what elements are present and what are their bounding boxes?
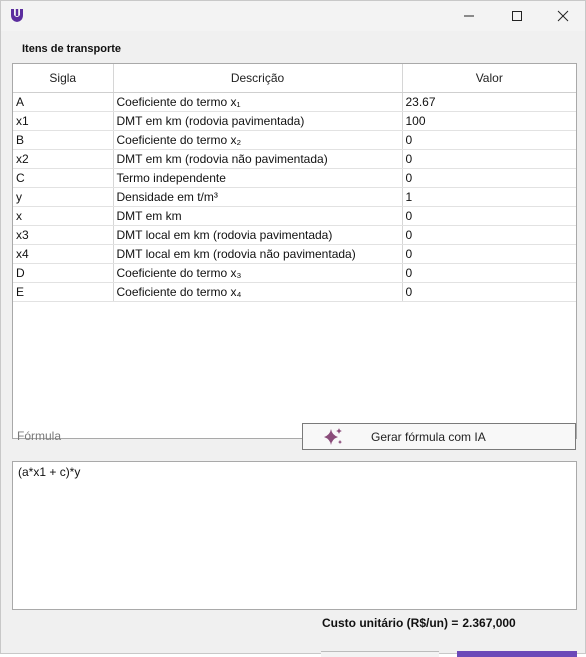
cell-sigla[interactable]: x2 bbox=[13, 149, 114, 169]
cell-sigla[interactable]: A bbox=[13, 92, 114, 112]
column-header-valor[interactable]: Valor bbox=[402, 64, 576, 93]
cell-valor[interactable]: 23.67 bbox=[402, 92, 576, 112]
table-row[interactable]: B Coeficiente do termo x₂ 0 bbox=[13, 130, 576, 150]
sparkle-icon bbox=[321, 426, 345, 451]
transport-items-table: Sigla Descrição Valor A Coeficiente do t… bbox=[13, 64, 576, 302]
table-row[interactable]: x1 DMT em km (rodovia pavimentada) 100 bbox=[13, 111, 576, 131]
cell-valor[interactable]: 0 bbox=[402, 244, 576, 264]
cell-valor[interactable]: 0 bbox=[402, 263, 576, 283]
cell-valor[interactable]: 0 bbox=[402, 168, 576, 188]
dialog-window: Itens de transporte Sigla Descrição Valo… bbox=[0, 0, 586, 657]
cell-descricao[interactable]: Coeficiente do termo x₄ bbox=[113, 282, 403, 302]
unit-cost-label: Custo unitário (R$/un) = bbox=[322, 616, 459, 630]
close-button[interactable] bbox=[543, 1, 583, 31]
cell-sigla[interactable]: D bbox=[13, 263, 114, 283]
cell-sigla[interactable]: B bbox=[13, 130, 114, 150]
formula-input[interactable]: (a*x1 + c)*y bbox=[12, 461, 577, 610]
table-row[interactable]: y Densidade em t/m³ 1 bbox=[13, 187, 576, 207]
cell-sigla[interactable]: x3 bbox=[13, 225, 114, 245]
formula-text: (a*x1 + c)*y bbox=[18, 465, 81, 479]
secondary-action-button[interactable] bbox=[321, 651, 439, 657]
cell-descricao[interactable]: Coeficiente do termo x₁ bbox=[113, 92, 403, 112]
cell-valor[interactable]: 0 bbox=[402, 225, 576, 245]
table-row[interactable]: x4 DMT local em km (rodovia não paviment… bbox=[13, 244, 576, 264]
maximize-icon bbox=[511, 10, 523, 22]
cell-valor[interactable]: 0 bbox=[402, 206, 576, 226]
close-icon bbox=[557, 10, 569, 22]
dialog-content: Itens de transporte Sigla Descrição Valo… bbox=[1, 31, 585, 657]
table-row[interactable]: A Coeficiente do termo x₁ 23.67 bbox=[13, 92, 576, 112]
unit-cost: Custo unitário (R$/un) = 2.367,000 bbox=[322, 616, 516, 630]
maximize-button[interactable] bbox=[497, 1, 537, 31]
column-header-sigla[interactable]: Sigla bbox=[13, 64, 114, 93]
title-bar bbox=[1, 1, 585, 31]
primary-action-button[interactable] bbox=[457, 651, 577, 657]
cell-descricao[interactable]: DMT em km (rodovia não pavimentada) bbox=[113, 149, 403, 169]
cell-valor[interactable]: 0 bbox=[402, 282, 576, 302]
formula-label: Fórmula bbox=[17, 429, 62, 443]
minimize-icon bbox=[463, 10, 475, 22]
cell-descricao[interactable]: Coeficiente do termo x₃ bbox=[113, 263, 403, 283]
cell-valor[interactable]: 0 bbox=[402, 130, 576, 150]
cell-descricao[interactable]: Densidade em t/m³ bbox=[113, 187, 403, 207]
table-row[interactable]: C Termo independente 0 bbox=[13, 168, 576, 188]
cell-descricao[interactable]: DMT local em km (rodovia não pavimentada… bbox=[113, 244, 403, 264]
cell-sigla[interactable]: E bbox=[13, 282, 114, 302]
transport-items-grid[interactable]: Sigla Descrição Valor A Coeficiente do t… bbox=[12, 63, 577, 439]
table-row[interactable]: D Coeficiente do termo x₃ 0 bbox=[13, 263, 576, 283]
cell-sigla[interactable]: x1 bbox=[13, 111, 114, 131]
cell-descricao[interactable]: Termo independente bbox=[113, 168, 403, 188]
table-row[interactable]: x DMT em km 0 bbox=[13, 206, 576, 226]
cell-descricao[interactable]: DMT local em km (rodovia pavimentada) bbox=[113, 225, 403, 245]
unit-cost-value: 2.367,000 bbox=[462, 616, 516, 630]
table-row[interactable]: x3 DMT local em km (rodovia pavimentada)… bbox=[13, 225, 576, 245]
cell-valor[interactable]: 1 bbox=[402, 187, 576, 207]
section-title: Itens de transporte bbox=[22, 43, 122, 55]
cell-sigla[interactable]: x4 bbox=[13, 244, 114, 264]
app-logo-icon bbox=[9, 7, 25, 23]
cell-descricao[interactable]: DMT em km bbox=[113, 206, 403, 226]
cell-valor[interactable]: 100 bbox=[402, 111, 576, 131]
table-row[interactable]: x2 DMT em km (rodovia não pavimentada) 0 bbox=[13, 149, 576, 169]
cell-valor[interactable]: 0 bbox=[402, 149, 576, 169]
cell-sigla[interactable]: y bbox=[13, 187, 114, 207]
cell-descricao[interactable]: DMT em km (rodovia pavimentada) bbox=[113, 111, 403, 131]
ai-button-label: Gerar fórmula com IA bbox=[371, 430, 486, 444]
cell-sigla[interactable]: x bbox=[13, 206, 114, 226]
table-row[interactable]: E Coeficiente do termo x₄ 0 bbox=[13, 282, 576, 302]
cell-sigla[interactable]: C bbox=[13, 168, 114, 188]
minimize-button[interactable] bbox=[449, 1, 489, 31]
table-header-row: Sigla Descrição Valor bbox=[13, 64, 576, 93]
cell-descricao[interactable]: Coeficiente do termo x₂ bbox=[113, 130, 403, 150]
column-header-descricao[interactable]: Descrição bbox=[113, 64, 403, 93]
generate-formula-ai-button[interactable]: Gerar fórmula com IA bbox=[302, 423, 576, 450]
